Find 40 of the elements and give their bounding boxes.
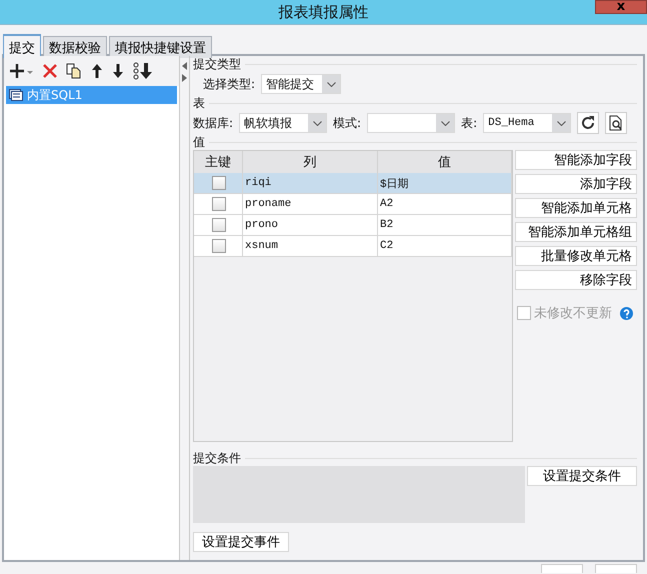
table-cell: B2: [380, 219, 394, 231]
table-cell: A2: [380, 198, 394, 210]
table-row[interactable]: xsnum C2: [194, 236, 512, 257]
action-button[interactable]: 批量修改单元格: [515, 246, 637, 266]
event-button[interactable]: 设置提交事件: [193, 532, 289, 552]
table-cell: xsnum: [245, 240, 278, 252]
table-cell: C2: [380, 240, 394, 252]
database-dropdown[interactable]: 帆软填报: [239, 113, 328, 133]
action-button[interactable]: 添加字段: [515, 174, 637, 194]
field-label: 选择类型:: [203, 76, 256, 92]
table-cell: proname: [245, 198, 292, 210]
field-label: 数据库:: [193, 114, 234, 132]
action-button[interactable]: 智能添加字段: [515, 150, 637, 170]
table-row[interactable]: proname A2: [194, 194, 512, 215]
table-cell: prono: [245, 219, 278, 231]
action-button[interactable]: 智能添加单元格组: [515, 222, 637, 242]
section-heading: 表: [193, 96, 205, 110]
column-header: 值: [378, 151, 512, 173]
table-row[interactable]: riqi $日期: [194, 173, 512, 194]
table-cell: riqi: [245, 177, 272, 189]
window-title: 报表填报属性: [278, 2, 368, 22]
table-cell-text: $日期: [380, 177, 409, 190]
tab[interactable]: 数据校验: [43, 36, 107, 58]
column-header: 列: [243, 151, 378, 173]
close-button[interactable]: x: [595, 0, 647, 14]
table-dropdown[interactable]: DS_Hema: [483, 113, 572, 133]
column-header: 主键: [194, 151, 243, 173]
checkbox-label: 未修改不更新: [534, 305, 612, 322]
section-heading: 值: [193, 135, 205, 149]
action-button[interactable]: 智能添加单元格: [515, 198, 637, 218]
field-label: 模式:: [333, 114, 362, 132]
tab[interactable]: 填报快捷键设置: [109, 36, 212, 58]
table-row[interactable]: prono B2: [194, 215, 512, 236]
condition-button[interactable]: 设置提交条件: [527, 466, 637, 486]
section-heading: 提交类型: [193, 57, 241, 71]
section-heading: 提交条件: [193, 451, 241, 465]
type-dropdown[interactable]: 智能提交: [261, 74, 342, 94]
action-button[interactable]: 移除字段: [515, 270, 637, 290]
field-label: 表:: [461, 114, 478, 132]
tab[interactable]: 提交: [3, 34, 41, 58]
